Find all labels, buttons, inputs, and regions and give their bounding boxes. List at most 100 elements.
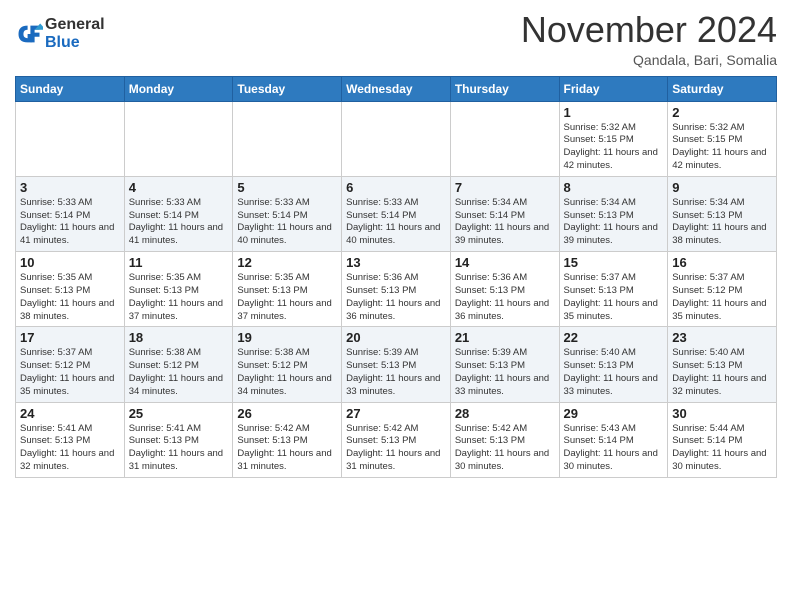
calendar-cell: 5Sunrise: 5:33 AM Sunset: 5:14 PM Daylig… (233, 176, 342, 251)
day-number: 13 (346, 255, 446, 270)
day-number: 18 (129, 330, 229, 345)
day-info: Sunrise: 5:41 AM Sunset: 5:13 PM Dayligh… (20, 423, 120, 474)
calendar-cell: 1 Sunrise: 5:32 AM Sunset: 5:15 PM Daylig… (559, 101, 668, 176)
day-number: 7 (455, 180, 555, 195)
day-number: 22 (564, 330, 664, 345)
calendar-cell: 27 Sunrise: 5:42 AM Sunset: 5:13 PM Dayli… (342, 402, 451, 477)
day-number: 15 (564, 255, 664, 270)
calendar-cell: 9Sunrise: 5:34 AM Sunset: 5:13 PM Daylig… (668, 176, 777, 251)
calendar-cell: 17 Sunrise: 5:37 AM Sunset: 5:12 PM Dayli… (16, 327, 125, 402)
day-number: 4 (129, 180, 229, 195)
day-info: Sunrise: 5:42 AM Sunset: 5:13 PM Dayligh… (455, 423, 555, 474)
calendar-cell: 18 Sunrise: 5:38 AM Sunset: 5:12 PM Dayli… (124, 327, 233, 402)
logo: General Blue (15, 16, 105, 51)
calendar-cell: 11 Sunrise: 5:35 AM Sunset: 5:13 PM Dayli… (124, 252, 233, 327)
calendar-cell: 12Sunrise: 5:35 AM Sunset: 5:13 PM Dayli… (233, 252, 342, 327)
calendar-cell (16, 101, 125, 176)
calendar-row-0: 1 Sunrise: 5:32 AM Sunset: 5:15 PM Daylig… (16, 101, 777, 176)
calendar-cell: 6Sunrise: 5:33 AM Sunset: 5:14 PM Daylig… (342, 176, 451, 251)
calendar-cell: 16 Sunrise: 5:37 AM Sunset: 5:12 PM Dayli… (668, 252, 777, 327)
header: General Blue November 2024 Qandala, Bari… (15, 10, 777, 68)
day-number: 26 (237, 406, 337, 421)
day-info: Sunrise: 5:32 AM Sunset: 5:15 PM Dayligh… (564, 122, 664, 173)
calendar-page: General Blue November 2024 Qandala, Bari… (0, 0, 792, 612)
day-info: Sunrise: 5:33 AM Sunset: 5:14 PM Dayligh… (20, 197, 120, 248)
day-number: 21 (455, 330, 555, 345)
day-info: Sunrise: 5:37 AM Sunset: 5:12 PM Dayligh… (20, 347, 120, 398)
day-info: Sunrise: 5:32 AM Sunset: 5:15 PM Dayligh… (672, 122, 772, 173)
day-info: Sunrise: 5:35 AM Sunset: 5:13 PM Dayligh… (129, 272, 229, 323)
logo-icon (15, 20, 43, 48)
calendar-cell: 4 Sunrise: 5:33 AM Sunset: 5:14 PM Daylig… (124, 176, 233, 251)
weekday-header-row: SundayMondayTuesdayWednesdayThursdayFrid… (16, 76, 777, 101)
day-info: Sunrise: 5:35 AM Sunset: 5:13 PM Dayligh… (20, 272, 120, 323)
day-number: 2 (672, 105, 772, 120)
calendar-cell: 3 Sunrise: 5:33 AM Sunset: 5:14 PM Daylig… (16, 176, 125, 251)
calendar-cell: 28 Sunrise: 5:42 AM Sunset: 5:13 PM Dayli… (450, 402, 559, 477)
day-number: 5 (237, 180, 337, 195)
calendar-row-3: 17 Sunrise: 5:37 AM Sunset: 5:12 PM Dayli… (16, 327, 777, 402)
day-number: 19 (237, 330, 337, 345)
calendar-cell (450, 101, 559, 176)
day-number: 8 (564, 180, 664, 195)
calendar-cell (342, 101, 451, 176)
day-info: Sunrise: 5:41 AM Sunset: 5:13 PM Dayligh… (129, 423, 229, 474)
calendar-cell: 23Sunrise: 5:40 AM Sunset: 5:13 PM Dayli… (668, 327, 777, 402)
day-info: Sunrise: 5:37 AM Sunset: 5:13 PM Dayligh… (564, 272, 664, 323)
day-info: Sunrise: 5:33 AM Sunset: 5:14 PM Dayligh… (129, 197, 229, 248)
calendar-row-4: 24Sunrise: 5:41 AM Sunset: 5:13 PM Dayli… (16, 402, 777, 477)
weekday-header-thursday: Thursday (450, 76, 559, 101)
calendar-cell: 13Sunrise: 5:36 AM Sunset: 5:13 PM Dayli… (342, 252, 451, 327)
month-title: November 2024 (521, 10, 777, 50)
calendar-cell: 7Sunrise: 5:34 AM Sunset: 5:14 PM Daylig… (450, 176, 559, 251)
calendar-cell: 25 Sunrise: 5:41 AM Sunset: 5:13 PM Dayli… (124, 402, 233, 477)
weekday-header-friday: Friday (559, 76, 668, 101)
day-number: 28 (455, 406, 555, 421)
calendar-cell: 22 Sunrise: 5:40 AM Sunset: 5:13 PM Dayli… (559, 327, 668, 402)
day-number: 20 (346, 330, 446, 345)
day-number: 12 (237, 255, 337, 270)
calendar-cell (233, 101, 342, 176)
logo-text: General Blue (45, 16, 105, 51)
day-info: Sunrise: 5:38 AM Sunset: 5:12 PM Dayligh… (129, 347, 229, 398)
day-info: Sunrise: 5:34 AM Sunset: 5:13 PM Dayligh… (564, 197, 664, 248)
weekday-header-wednesday: Wednesday (342, 76, 451, 101)
calendar-cell: 24Sunrise: 5:41 AM Sunset: 5:13 PM Dayli… (16, 402, 125, 477)
day-number: 1 (564, 105, 664, 120)
calendar-cell: 8 Sunrise: 5:34 AM Sunset: 5:13 PM Daylig… (559, 176, 668, 251)
day-number: 27 (346, 406, 446, 421)
day-info: Sunrise: 5:40 AM Sunset: 5:13 PM Dayligh… (672, 347, 772, 398)
day-number: 3 (20, 180, 120, 195)
day-info: Sunrise: 5:40 AM Sunset: 5:13 PM Dayligh… (564, 347, 664, 398)
day-info: Sunrise: 5:42 AM Sunset: 5:13 PM Dayligh… (237, 423, 337, 474)
calendar-table: SundayMondayTuesdayWednesdayThursdayFrid… (15, 76, 777, 478)
day-info: Sunrise: 5:33 AM Sunset: 5:14 PM Dayligh… (346, 197, 446, 248)
location: Qandala, Bari, Somalia (521, 52, 777, 68)
logo-blue-text: Blue (45, 34, 105, 52)
day-info: Sunrise: 5:37 AM Sunset: 5:12 PM Dayligh… (672, 272, 772, 323)
day-number: 16 (672, 255, 772, 270)
weekday-header-tuesday: Tuesday (233, 76, 342, 101)
calendar-cell: 30Sunrise: 5:44 AM Sunset: 5:14 PM Dayli… (668, 402, 777, 477)
day-number: 17 (20, 330, 120, 345)
calendar-row-2: 10Sunrise: 5:35 AM Sunset: 5:13 PM Dayli… (16, 252, 777, 327)
calendar-row-1: 3 Sunrise: 5:33 AM Sunset: 5:14 PM Daylig… (16, 176, 777, 251)
day-info: Sunrise: 5:36 AM Sunset: 5:13 PM Dayligh… (455, 272, 555, 323)
weekday-header-saturday: Saturday (668, 76, 777, 101)
day-info: Sunrise: 5:39 AM Sunset: 5:13 PM Dayligh… (455, 347, 555, 398)
calendar-cell: 26 Sunrise: 5:42 AM Sunset: 5:13 PM Dayli… (233, 402, 342, 477)
day-number: 29 (564, 406, 664, 421)
day-number: 25 (129, 406, 229, 421)
day-number: 11 (129, 255, 229, 270)
calendar-cell: 14 Sunrise: 5:36 AM Sunset: 5:13 PM Dayli… (450, 252, 559, 327)
logo-general-text: General (45, 16, 105, 34)
day-info: Sunrise: 5:38 AM Sunset: 5:12 PM Dayligh… (237, 347, 337, 398)
day-info: Sunrise: 5:42 AM Sunset: 5:13 PM Dayligh… (346, 423, 446, 474)
calendar-cell (124, 101, 233, 176)
day-number: 14 (455, 255, 555, 270)
day-number: 9 (672, 180, 772, 195)
calendar-cell: 20Sunrise: 5:39 AM Sunset: 5:13 PM Dayli… (342, 327, 451, 402)
calendar-cell: 2 Sunrise: 5:32 AM Sunset: 5:15 PM Daylig… (668, 101, 777, 176)
calendar-cell: 19 Sunrise: 5:38 AM Sunset: 5:12 PM Dayli… (233, 327, 342, 402)
calendar-cell: 10Sunrise: 5:35 AM Sunset: 5:13 PM Dayli… (16, 252, 125, 327)
